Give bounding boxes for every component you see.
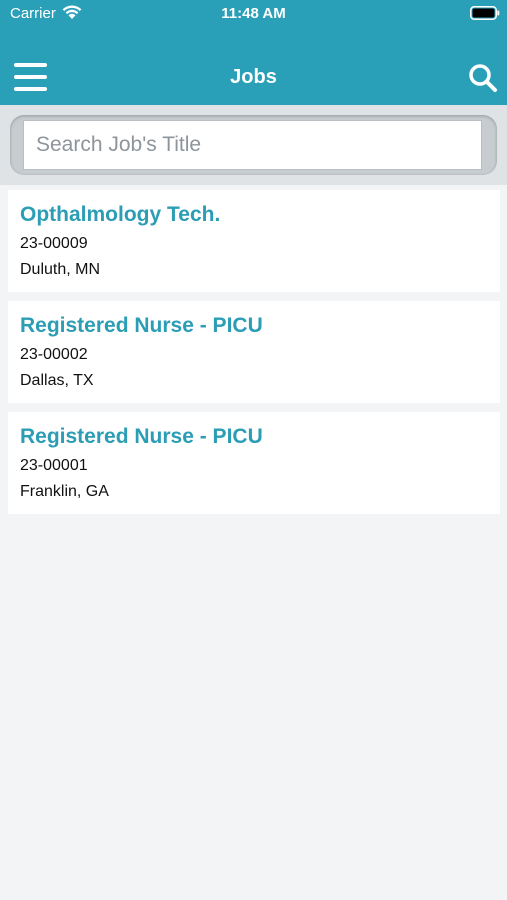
search-input[interactable] [23,120,482,170]
battery-icon [470,6,500,20]
search-field-frame [10,115,497,175]
app-header: Carrier 11:48 AM Jobs [0,0,507,105]
job-title: Opthalmology Tech. [20,203,221,226]
job-card[interactable]: Registered Nurse - PICU 23-00002 Dallas,… [8,301,500,403]
job-location: Duluth, MN [20,261,101,278]
page-title: Jobs [230,66,277,88]
job-location: Dallas, TX [20,372,94,389]
job-location: Franklin, GA [20,483,109,500]
search-bar-container [0,105,507,185]
job-card[interactable]: Registered Nurse - PICU 23-00001 Frankli… [8,412,500,514]
job-id: 23-00002 [20,346,88,363]
job-id: 23-00009 [20,235,88,252]
job-id: 23-00001 [20,457,88,474]
job-list: Opthalmology Tech. 23-00009 Duluth, MN R… [8,190,500,523]
status-time: 11:48 AM [221,5,286,22]
job-title: Registered Nurse - PICU [20,425,263,448]
job-title: Registered Nurse - PICU [20,314,263,337]
status-bar: Carrier 11:48 AM [0,0,507,30]
search-icon[interactable] [468,63,498,93]
navigation-bar: Jobs [0,50,507,105]
job-card[interactable]: Opthalmology Tech. 23-00009 Duluth, MN [8,190,500,292]
